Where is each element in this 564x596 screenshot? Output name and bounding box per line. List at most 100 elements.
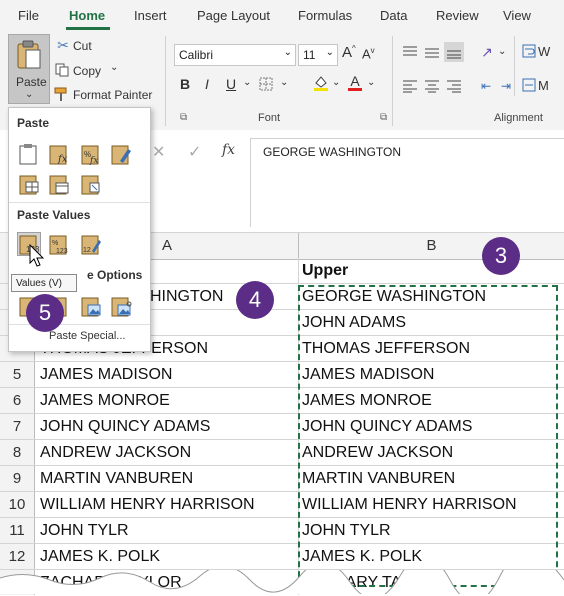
formula-content: GEORGE WASHINGTON: [263, 145, 402, 159]
underline-icon[interactable]: U: [226, 76, 236, 92]
menu-tabs: File Home Insert Page Layout Formulas Da…: [0, 0, 564, 32]
scissors-icon[interactable]: ✂: [56, 37, 70, 53]
align-top-icon[interactable]: [402, 44, 418, 60]
row-number[interactable]: 5: [0, 362, 35, 387]
cell-a[interactable]: JAMES K. POLK: [40, 544, 160, 569]
cell-b-header[interactable]: Upper: [302, 258, 348, 283]
font-color-icon[interactable]: A: [346, 72, 364, 92]
paste-section-heading: Paste: [17, 116, 50, 130]
cut-button[interactable]: Cut: [73, 39, 92, 53]
active-tab-indicator: [66, 27, 110, 30]
enter-icon[interactable]: ✓: [188, 142, 201, 162]
column-header-b[interactable]: B: [299, 233, 564, 259]
font-name-value: Calibri: [179, 48, 214, 62]
clipboard-launcher-icon[interactable]: ⧉: [180, 112, 187, 123]
copy-button[interactable]: Copy: [73, 64, 101, 78]
cell-a[interactable]: MARTIN VANBUREN: [40, 466, 193, 491]
align-left-icon[interactable]: [402, 78, 418, 94]
row-number[interactable]: 6: [0, 388, 35, 413]
paste-formulas-format-icon[interactable]: % fx: [79, 142, 103, 166]
paste-special-item[interactable]: Paste Special...: [49, 330, 125, 342]
cell-a[interactable]: JOHN TYLR: [40, 518, 129, 543]
increase-font-icon[interactable]: A^: [342, 44, 356, 61]
paste-no-borders-icon[interactable]: [17, 172, 41, 196]
font-launcher-icon[interactable]: ⧉: [380, 112, 387, 123]
align-right-icon[interactable]: [446, 78, 462, 94]
row-number[interactable]: 9: [0, 466, 35, 491]
tab-home[interactable]: Home: [69, 8, 105, 23]
underline-dropdown-icon[interactable]: ⌄: [243, 77, 251, 88]
increase-indent-icon[interactable]: ⇥: [498, 78, 514, 94]
paste-keep-source-icon[interactable]: [109, 142, 133, 166]
tab-formulas[interactable]: Formulas: [298, 8, 352, 23]
paste-formulas-icon[interactable]: fx: [47, 142, 71, 166]
cell-a[interactable]: WILLIAM HENRY HARRISON: [40, 492, 255, 517]
fill-color-icon[interactable]: [312, 74, 330, 92]
tab-review[interactable]: Review: [436, 8, 479, 23]
row-number[interactable]: 11: [0, 518, 35, 543]
decrease-indent-icon[interactable]: ⇤: [478, 78, 494, 94]
other-paste-options-heading: e Options: [87, 268, 143, 282]
cell-a[interactable]: JOHN QUINCY ADAMS: [40, 414, 210, 439]
font-size-field[interactable]: 11 ⌄: [298, 44, 338, 66]
align-middle-icon[interactable]: [424, 44, 440, 60]
divider: [165, 36, 166, 126]
row-number[interactable]: 8: [0, 440, 35, 465]
copy-dropdown-icon[interactable]: ⌄: [110, 62, 118, 73]
row-number[interactable]: 7: [0, 414, 35, 439]
divider: [392, 36, 393, 126]
values-tooltip: Values (V): [11, 274, 77, 292]
font-name-field[interactable]: Calibri ⌄: [174, 44, 296, 66]
formula-input[interactable]: GEORGE WASHINGTON: [250, 138, 564, 227]
svg-text:123: 123: [56, 248, 68, 255]
row-number[interactable]: 10: [0, 492, 35, 517]
bold-icon[interactable]: B: [180, 76, 190, 92]
font-size-value: 11: [303, 48, 316, 62]
step-badge-5: 5: [26, 294, 64, 332]
paste-linked-picture-icon[interactable]: [109, 294, 133, 318]
tooltip-text: Values (V): [16, 278, 62, 289]
cell-a[interactable]: JAMES MADISON: [40, 362, 172, 387]
borders-dropdown-icon[interactable]: ⌄: [280, 77, 288, 88]
tab-view[interactable]: View: [503, 8, 531, 23]
decrease-font-icon[interactable]: Av: [362, 46, 375, 61]
wrap-text-label[interactable]: W: [538, 44, 550, 59]
paste-values-source-format-icon[interactable]: 12: [79, 232, 103, 256]
orientation-icon[interactable]: ↗: [478, 43, 496, 61]
cancel-icon[interactable]: ✕: [152, 142, 165, 162]
font-color-dropdown-icon[interactable]: ⌄: [367, 77, 375, 88]
orientation-dropdown-icon[interactable]: ⌄: [498, 46, 506, 57]
borders-icon[interactable]: [258, 76, 274, 92]
tab-file[interactable]: File: [18, 8, 39, 23]
cell-a[interactable]: HINGTON: [150, 284, 223, 309]
cell-divider: [298, 258, 299, 283]
format-painter-button[interactable]: Format Painter: [73, 88, 152, 102]
format-painter-icon[interactable]: [54, 86, 70, 102]
fill-color-dropdown-icon[interactable]: ⌄: [332, 77, 340, 88]
align-center-icon[interactable]: [424, 78, 440, 94]
chevron-down-icon[interactable]: ⌄: [326, 47, 334, 58]
fx-icon[interactable]: fx: [222, 142, 235, 158]
copy-selection-border: [298, 285, 558, 587]
cell-a[interactable]: ANDREW JACKSON: [40, 440, 191, 465]
italic-icon[interactable]: I: [205, 76, 209, 92]
row-number[interactable]: 12: [0, 544, 35, 569]
tab-data[interactable]: Data: [380, 8, 407, 23]
paste-values-number-format-icon[interactable]: % 123: [47, 232, 71, 256]
align-bottom-icon[interactable]: [444, 42, 464, 62]
paste-picture-icon[interactable]: [79, 294, 103, 318]
paste-column-widths-icon[interactable]: [47, 172, 71, 196]
merge-center-icon[interactable]: [522, 78, 536, 92]
chevron-down-icon[interactable]: ⌄: [284, 47, 292, 58]
copy-icon[interactable]: [55, 63, 69, 77]
svg-text:12: 12: [83, 247, 91, 254]
paste-button[interactable]: Paste ⌄: [8, 34, 50, 104]
tab-insert[interactable]: Insert: [134, 8, 167, 23]
mouse-cursor-icon: [29, 244, 45, 267]
tab-page-layout[interactable]: Page Layout: [197, 8, 270, 23]
paste-transpose-icon[interactable]: [79, 172, 103, 196]
paste-icon[interactable]: [17, 142, 41, 166]
wrap-text-icon[interactable]: [522, 44, 536, 58]
cell-a[interactable]: JAMES MONROE: [40, 388, 170, 413]
merge-center-label[interactable]: M: [538, 78, 549, 93]
